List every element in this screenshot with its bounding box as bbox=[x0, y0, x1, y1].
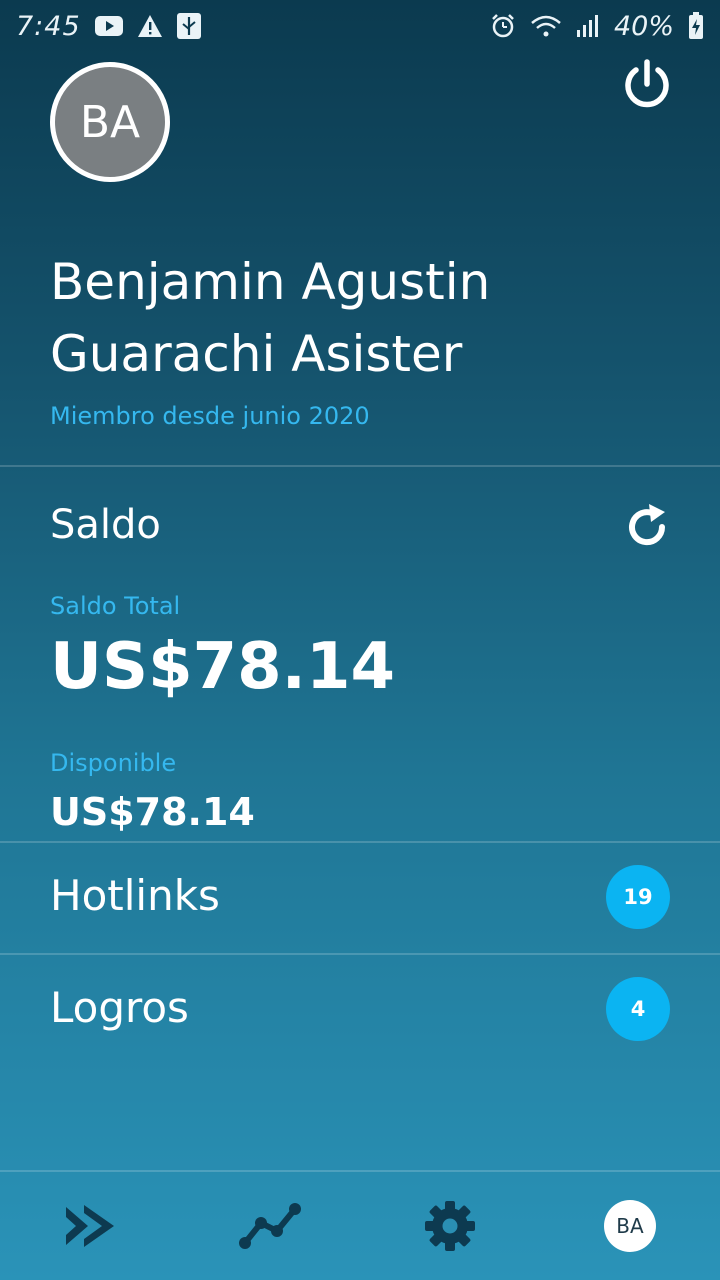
youtube-icon bbox=[94, 16, 123, 36]
signal-icon bbox=[576, 14, 600, 38]
nav-item-forward[interactable] bbox=[0, 1171, 180, 1280]
refresh-button[interactable] bbox=[620, 500, 674, 554]
count-badge: 4 bbox=[606, 977, 670, 1041]
user-name-line2: Guarachi Asister bbox=[50, 325, 463, 383]
nav-item-stats[interactable] bbox=[180, 1171, 360, 1280]
status-bar: 7:45 40% bbox=[0, 0, 720, 52]
avatar: BA bbox=[604, 1200, 656, 1252]
status-time: 7:45 bbox=[16, 10, 81, 42]
available-balance-label: Disponible bbox=[50, 749, 177, 777]
power-icon bbox=[625, 59, 669, 108]
usb-icon bbox=[176, 13, 201, 39]
total-balance-value: US$78.14 bbox=[50, 630, 396, 704]
battery-percentage: 40% bbox=[613, 10, 674, 42]
balance-title: Saldo bbox=[50, 502, 161, 548]
member-since: Miembro desde junio 2020 bbox=[50, 402, 370, 430]
menu-item-hotlinks[interactable]: Hotlinks 19 bbox=[0, 843, 720, 953]
user-name: Benjamin Agustin Guarachi Asister bbox=[50, 246, 670, 390]
avatar[interactable]: BA bbox=[50, 62, 170, 182]
menu-item-label: Hotlinks bbox=[50, 871, 220, 920]
status-right: 40% bbox=[490, 11, 704, 42]
user-name-line1: Benjamin Agustin bbox=[50, 253, 491, 311]
warning-icon bbox=[137, 14, 163, 38]
bottom-nav: BA bbox=[0, 1170, 720, 1280]
gear-icon bbox=[425, 1201, 475, 1251]
menu-item-logros[interactable]: Logros 4 bbox=[0, 955, 720, 1065]
count-badge: 19 bbox=[606, 865, 670, 929]
status-left: 7:45 bbox=[16, 11, 201, 42]
power-button[interactable] bbox=[618, 56, 676, 114]
forward-icon bbox=[66, 1205, 114, 1247]
refresh-icon bbox=[629, 504, 666, 546]
divider bbox=[0, 465, 720, 467]
menu-item-label: Logros bbox=[50, 983, 189, 1032]
trending-icon bbox=[239, 1203, 301, 1249]
alarm-icon bbox=[490, 13, 516, 39]
battery-charging-icon bbox=[688, 12, 704, 40]
nav-item-profile[interactable]: BA bbox=[540, 1171, 720, 1280]
total-balance-label: Saldo Total bbox=[50, 592, 181, 620]
available-balance-value: US$78.14 bbox=[50, 790, 255, 834]
wifi-icon bbox=[530, 14, 562, 38]
nav-item-settings[interactable] bbox=[360, 1171, 540, 1280]
